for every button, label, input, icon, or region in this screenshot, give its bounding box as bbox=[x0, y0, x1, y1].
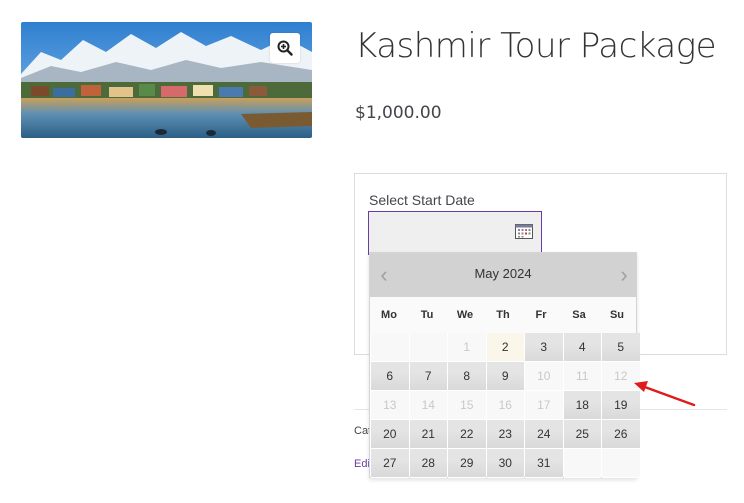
day-cell-6[interactable]: 6 bbox=[371, 362, 409, 391]
day-cell-21[interactable]: 21 bbox=[409, 420, 447, 449]
calendar-icon[interactable] bbox=[515, 223, 533, 239]
weekday-label: Fr bbox=[535, 309, 547, 321]
weekday-label: We bbox=[456, 309, 474, 321]
day-cell-9[interactable]: 9 bbox=[486, 362, 524, 391]
day-cell-empty bbox=[371, 333, 409, 362]
weekday-header-row: Mo Tu We Th Fr Sa Su bbox=[370, 297, 636, 333]
day-cell-30[interactable]: 30 bbox=[486, 449, 524, 478]
day-cell-13: 13 bbox=[371, 391, 409, 420]
magnifier-plus-icon bbox=[277, 40, 293, 56]
day-cell-7[interactable]: 7 bbox=[409, 362, 447, 391]
weekday-label: Su bbox=[609, 309, 625, 321]
day-cell-empty bbox=[563, 449, 601, 478]
day-cell-11: 11 bbox=[563, 362, 601, 391]
datepicker-month-label: May 2024 bbox=[474, 266, 532, 281]
day-cell-10: 10 bbox=[525, 362, 563, 391]
day-cell-26[interactable]: 26 bbox=[602, 420, 640, 449]
day-cell-29[interactable]: 29 bbox=[448, 449, 486, 478]
lake-scene-image bbox=[21, 22, 312, 138]
day-cell-14: 14 bbox=[409, 391, 447, 420]
weekday-label: Sa bbox=[572, 309, 586, 321]
day-cell-15: 15 bbox=[448, 391, 486, 420]
day-cell-8[interactable]: 8 bbox=[448, 362, 486, 391]
day-cell-22[interactable]: 22 bbox=[448, 420, 486, 449]
day-cell-20[interactable]: 20 bbox=[371, 420, 409, 449]
product-price: $1,000.00 bbox=[355, 103, 442, 123]
day-cell-16: 16 bbox=[486, 391, 524, 420]
chevron-right-icon[interactable]: › bbox=[614, 264, 634, 286]
product-title: Kashmir Tour Package bbox=[355, 26, 717, 66]
day-cell-25[interactable]: 25 bbox=[563, 420, 601, 449]
day-cell-empty bbox=[409, 333, 447, 362]
product-image[interactable] bbox=[21, 22, 312, 138]
datepicker-popup: ‹ May 2024 › Mo Tu We Th Fr Sa Su 1 2 3 4 5 6 7 8 9 10 1… bbox=[369, 252, 640, 478]
day-cell-1: 1 bbox=[448, 333, 486, 362]
day-cell-3[interactable]: 3 bbox=[525, 333, 563, 362]
day-cell-27[interactable]: 27 bbox=[371, 449, 409, 478]
weekday-label: Th bbox=[496, 309, 510, 321]
day-cell-24[interactable]: 24 bbox=[525, 420, 563, 449]
red-arrow-annotation bbox=[634, 381, 696, 407]
day-cell-31[interactable]: 31 bbox=[525, 449, 563, 478]
start-date-label: Select Start Date bbox=[369, 192, 475, 208]
day-cell-empty bbox=[602, 449, 640, 478]
day-cell-18[interactable]: 18 bbox=[563, 391, 601, 420]
edit-link[interactable]: Edi bbox=[354, 458, 370, 470]
weekday-label: Tu bbox=[420, 309, 434, 321]
day-cell-17: 17 bbox=[525, 391, 563, 420]
day-cell-2[interactable]: 2 bbox=[486, 333, 524, 362]
day-cell-5[interactable]: 5 bbox=[602, 333, 640, 362]
day-cell-4[interactable]: 4 bbox=[563, 333, 601, 362]
day-cell-23[interactable]: 23 bbox=[486, 420, 524, 449]
datepicker-header: ‹ May 2024 › bbox=[370, 253, 636, 297]
zoom-button[interactable] bbox=[270, 33, 300, 63]
weekday-label: Mo bbox=[381, 309, 397, 321]
datepicker-day-grid: 1 2 3 4 5 6 7 8 9 10 11 12 13 14 15 16 17 18 19 20 21 22 23 24 2… bbox=[371, 333, 640, 478]
day-cell-28[interactable]: 28 bbox=[409, 449, 447, 478]
